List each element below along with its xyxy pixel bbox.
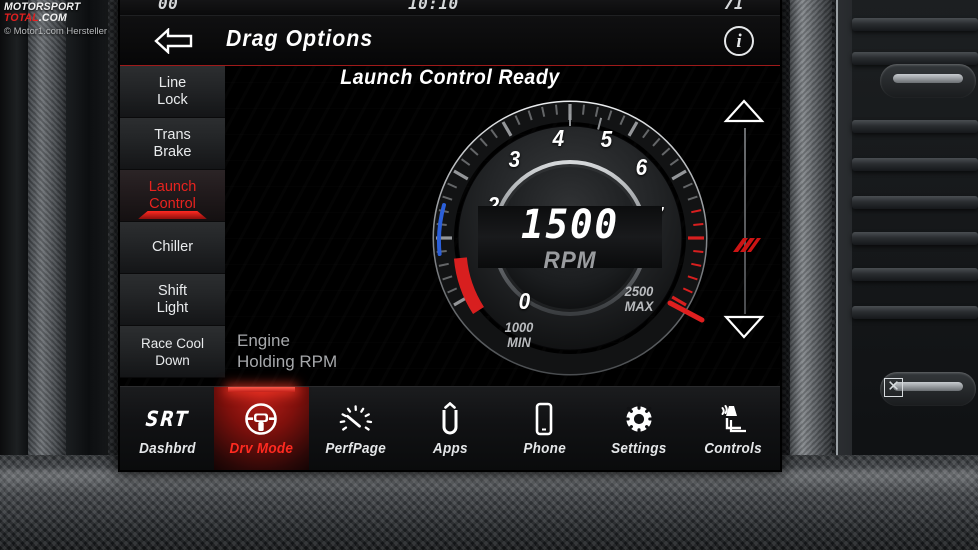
slider-track — [744, 128, 746, 314]
launch-status-text: Launch Control Ready — [340, 66, 560, 89]
gauge-max-value: 2500 — [624, 283, 654, 299]
bottom-navigation-bar: SRT Dashbrd Drv Mode PerfPage Apps Phone… — [120, 386, 780, 470]
status-bar: 00 10:10 71 — [120, 0, 780, 16]
phone-icon — [535, 402, 553, 435]
nav-label-controls: Controls — [704, 439, 762, 457]
right-trim-carbon-texture — [790, 0, 832, 470]
screen-header: Drag Options i — [120, 16, 780, 66]
rpm-increase-button[interactable] — [723, 98, 765, 124]
gauge-min-label: MIN — [507, 334, 531, 350]
tab-label-line2: Brake — [153, 143, 192, 160]
rpm-adjust-slider[interactable] — [720, 96, 770, 346]
engine-status-note: Engine Holding RPM — [237, 330, 337, 372]
seat-climate-icon — [721, 404, 746, 432]
nav-label-settings: Settings — [610, 439, 667, 457]
rpm-value: 1500 — [520, 202, 620, 248]
vent-close-icon[interactable]: ✕ — [884, 378, 903, 397]
nav-item-perfpage[interactable]: PerfPage — [309, 387, 403, 470]
drag-options-tab-list: Line Lock Trans Brake Launch Control Chi… — [120, 66, 225, 386]
engine-note-line1: Engine — [237, 331, 290, 350]
nav-label-phone: Phone — [522, 439, 566, 457]
steering-wheel-icon — [245, 402, 278, 435]
nav-label-perfpage: PerfPage — [325, 439, 387, 457]
triangle-up-icon — [723, 99, 765, 123]
gauge-min-value: 1000 — [504, 319, 534, 335]
nav-item-apps[interactable]: Apps — [403, 387, 497, 470]
nav-label-drv-mode: Drv Mode — [229, 439, 294, 457]
vent-louver[interactable] — [852, 306, 978, 319]
tab-label-line1: Shift — [157, 282, 187, 299]
gauge-tick-label-3: 3 — [508, 146, 521, 172]
vent-louver[interactable] — [852, 120, 978, 133]
tab-label-line2: Light — [156, 299, 189, 316]
gauge-max-label: MAX — [624, 298, 654, 314]
gauge-icon — [339, 404, 372, 431]
rpm-decrease-button[interactable] — [723, 314, 765, 340]
rpm-unit: RPM — [543, 247, 597, 274]
tab-label-line1: Trans — [154, 126, 191, 143]
vent-louver[interactable] — [852, 268, 978, 281]
vent-louver[interactable] — [852, 232, 978, 245]
tab-shift-light[interactable]: Shift Light — [120, 274, 225, 326]
tab-launch-control[interactable]: Launch Control — [120, 170, 225, 222]
watermark-credit: © Motor1.com Hersteller — [4, 26, 108, 37]
engine-note-line2: Holding RPM — [237, 352, 338, 371]
vent-knob-highlight — [893, 382, 963, 391]
tab-label-line1: Race Cool — [140, 335, 205, 351]
slash-handle-icon — [733, 238, 761, 252]
shelf-gloss-highlight — [0, 470, 978, 496]
vent-louver[interactable] — [852, 158, 978, 171]
nav-item-phone[interactable]: Phone — [497, 387, 591, 470]
nav-item-drv-mode[interactable]: Drv Mode — [214, 387, 309, 470]
gauge-tick-label-0: 0 — [518, 288, 531, 314]
tab-label-line1: Launch — [148, 178, 197, 195]
tab-label-line2: Control — [149, 195, 196, 212]
status-right-temp: 71 — [723, 0, 744, 13]
left-pillar — [0, 0, 28, 470]
nav-item-dashbrd[interactable]: SRT Dashbrd — [120, 387, 214, 470]
nav-item-controls[interactable]: Controls — [686, 387, 780, 470]
uconnect-icon — [442, 401, 458, 434]
page-title: Drag Options — [226, 25, 374, 51]
back-button[interactable] — [152, 26, 196, 56]
tab-label-line2: Down — [155, 352, 190, 368]
left-bezel-shadow — [66, 0, 108, 470]
tab-chiller[interactable]: Chiller — [120, 222, 225, 274]
tab-label-line1: Chiller — [151, 239, 194, 255]
watermark-brand: TOTAL — [4, 12, 39, 24]
status-clock: 10:10 — [408, 0, 459, 13]
gear-icon — [621, 401, 656, 436]
nav-label-dashbrd: Dashbrd — [138, 439, 196, 457]
tab-line-lock[interactable]: Line Lock — [120, 66, 225, 118]
infotainment-screen: 00 10:10 71 Drag Options i Line Lock Tra… — [120, 0, 780, 470]
slider-thumb[interactable] — [727, 236, 763, 256]
vent-louver[interactable] — [852, 196, 978, 209]
gauge-max-annotation: 2500 MAX — [607, 284, 671, 314]
watermark-domain: .COM — [38, 12, 67, 24]
gauge-tick-label-5: 5 — [600, 126, 613, 152]
screenshot-stage: ✕ 00 10:10 71 Drag Options i Line Lock T… — [0, 0, 978, 550]
info-button[interactable]: i — [724, 26, 754, 56]
launch-rpm-gauge[interactable]: 0 1 2 3 4 5 6 7 1500 RPM 1000 MIN 2500 M… — [430, 98, 710, 378]
watermark: MOTORSPORT TOTAL.COM © Motor1.com Herste… — [4, 2, 116, 38]
nav-label-apps: Apps — [432, 439, 468, 457]
vent-knob-highlight — [893, 74, 963, 83]
gauge-tick-label-6: 6 — [635, 154, 648, 180]
back-arrow-icon — [154, 28, 193, 54]
tab-race-cool-down[interactable]: Race Cool Down — [120, 326, 225, 378]
tab-label-line1: Line — [158, 74, 187, 91]
tab-label-line2: Lock — [157, 91, 188, 108]
status-left-temp: 00 — [158, 0, 179, 13]
watermark-line2: TOTAL.COM — [4, 13, 110, 24]
triangle-down-icon — [723, 315, 765, 339]
srt-logo-icon: SRT — [144, 406, 190, 431]
tab-trans-brake[interactable]: Trans Brake — [120, 118, 225, 170]
vent-louver[interactable] — [852, 18, 978, 31]
gauge-tick-label-4: 4 — [552, 125, 565, 151]
left-trim-carbon-texture — [28, 0, 66, 470]
nav-item-settings[interactable]: Settings — [591, 387, 685, 470]
gauge-min-annotation: 1000 MIN — [487, 320, 551, 350]
